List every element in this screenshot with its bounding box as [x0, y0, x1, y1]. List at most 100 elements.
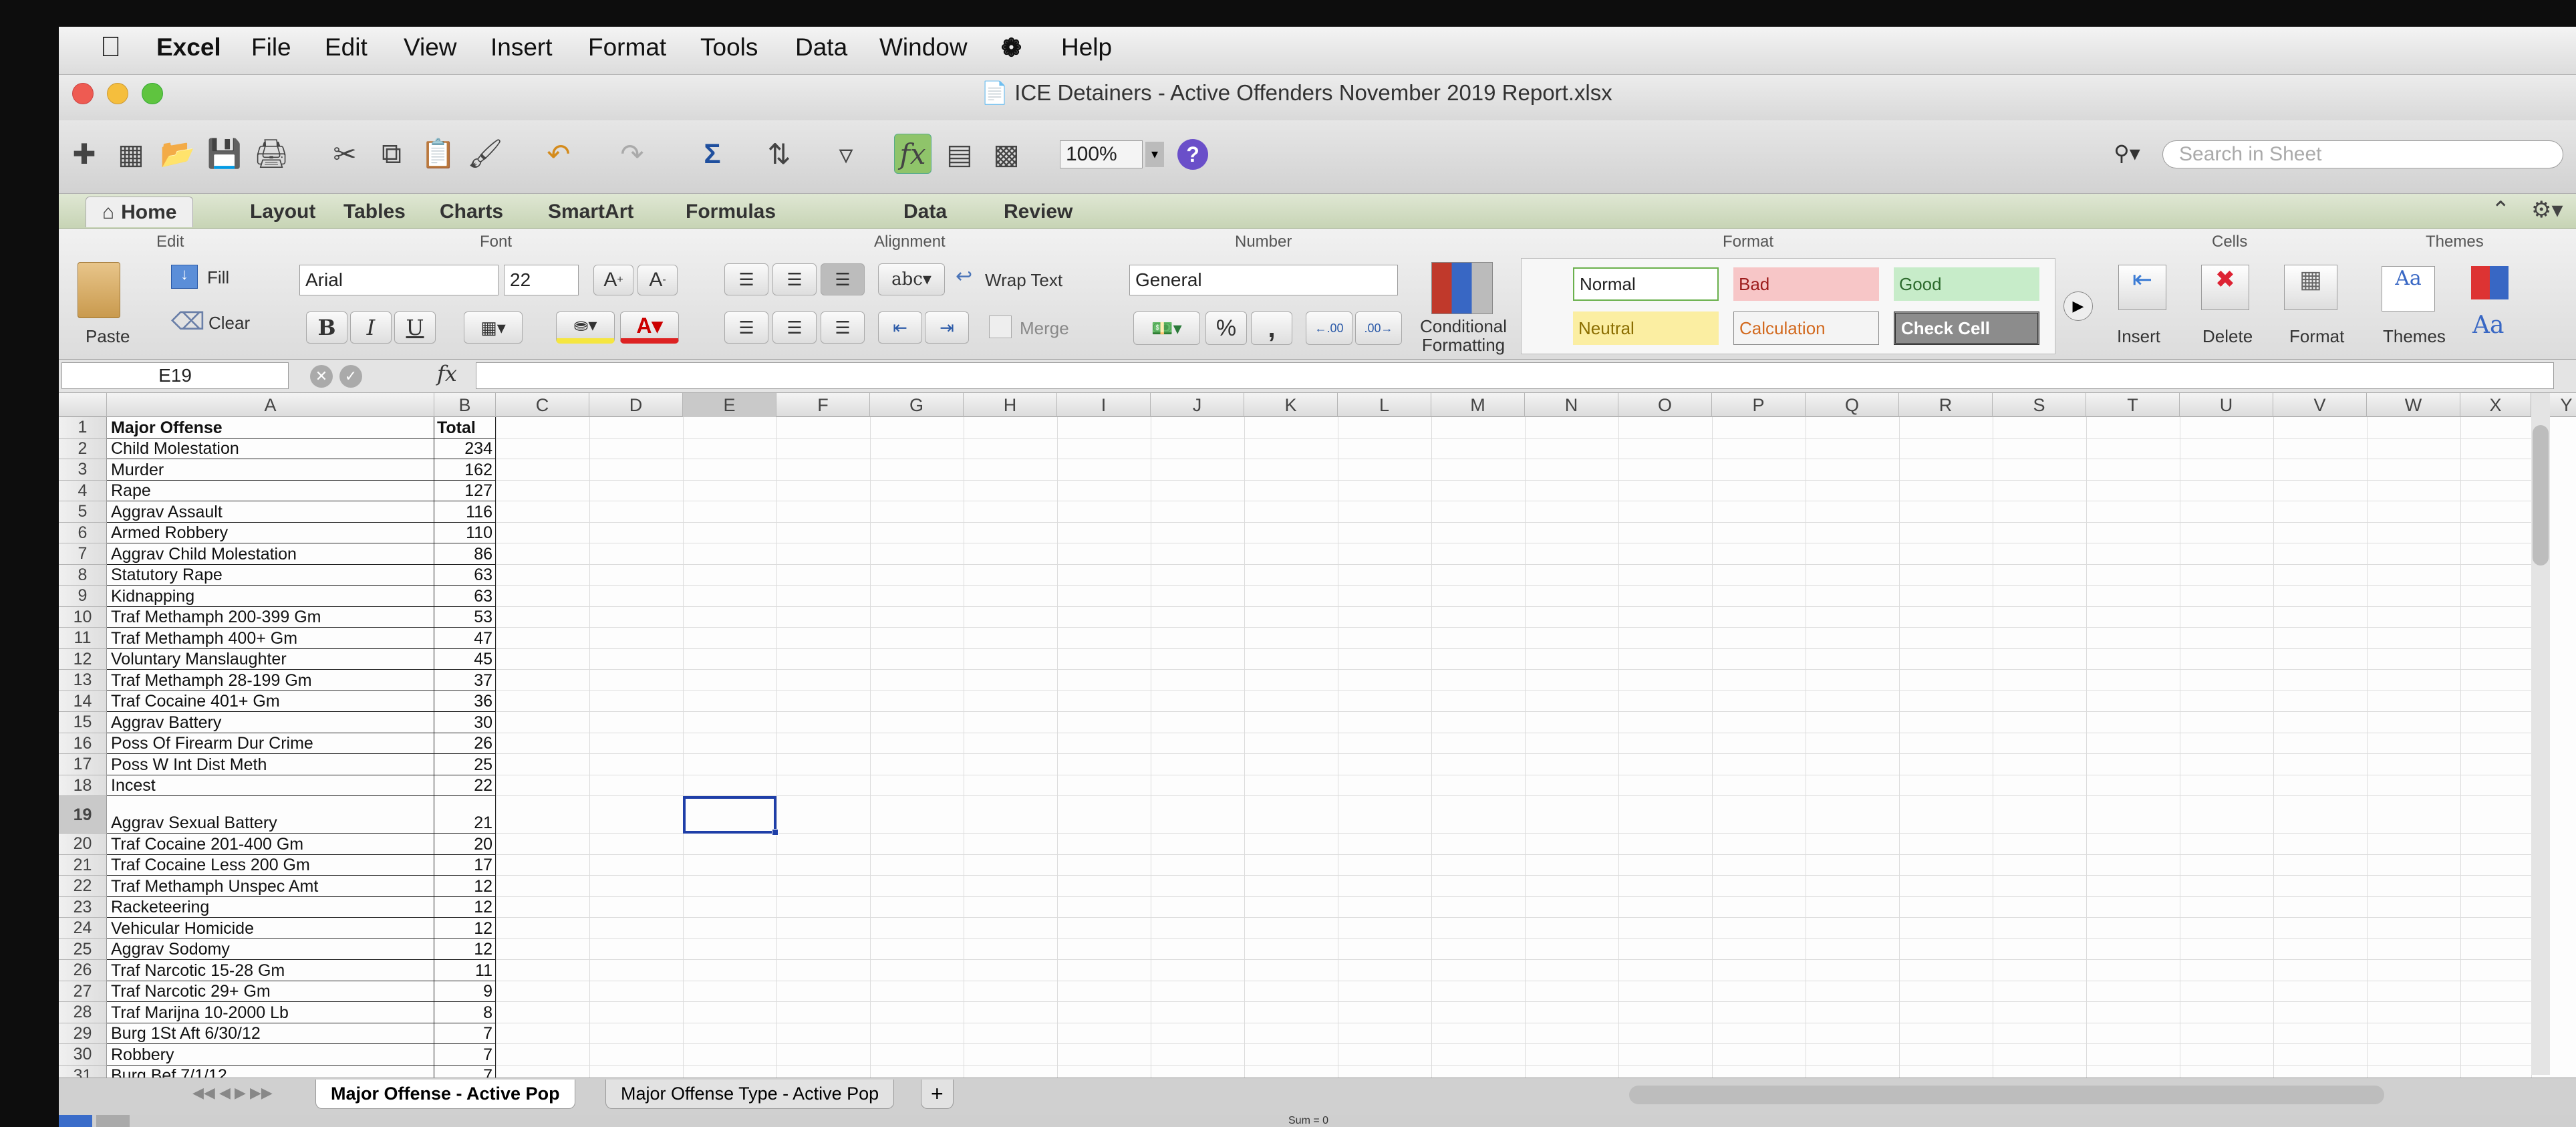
column-header-k[interactable]: K: [1244, 393, 1338, 417]
total-cell[interactable]: 7: [434, 1044, 496, 1066]
offense-cell[interactable]: Traf Marijna 10-2000 Lb: [107, 1002, 434, 1023]
clear-label[interactable]: Clear: [208, 313, 250, 334]
row-header-23[interactable]: 23: [59, 896, 107, 918]
menu-edit[interactable]: Edit: [325, 33, 368, 61]
templates-icon[interactable]: ▦: [112, 134, 150, 174]
sort-icon[interactable]: ⇅: [760, 134, 798, 174]
search-sheet-input[interactable]: Search in Sheet: [2162, 140, 2563, 168]
offense-cell[interactable]: Child Molestation: [107, 438, 434, 459]
row-header-20[interactable]: 20: [59, 834, 107, 855]
total-cell[interactable]: 127: [434, 480, 496, 501]
sheet-tab-major-offense[interactable]: Major Offense - Active Pop: [315, 1080, 575, 1109]
row-header-15[interactable]: 15: [59, 712, 107, 733]
accounting-format-icon[interactable]: 💵▾: [1133, 311, 1200, 345]
row-header-3[interactable]: 3: [59, 459, 107, 481]
zoom-field[interactable]: 100%: [1060, 140, 1143, 168]
fill-handle[interactable]: [772, 829, 778, 836]
percent-style-button[interactable]: %: [1205, 311, 1247, 345]
offense-cell[interactable]: Statutory Rape: [107, 564, 434, 586]
total-cell[interactable]: 25: [434, 754, 496, 775]
delete-cells-icon[interactable]: ✖: [2201, 265, 2249, 310]
header-cell-major-offense[interactable]: Major Offense: [107, 417, 434, 439]
offense-cell[interactable]: Traf Cocaine 201-400 Gm: [107, 834, 434, 855]
offense-cell[interactable]: Kidnapping: [107, 586, 434, 607]
style-normal[interactable]: Normal: [1573, 267, 1719, 301]
menu-view[interactable]: View: [404, 33, 457, 61]
align-middle-icon[interactable]: ☰: [772, 263, 817, 295]
column-header-h[interactable]: H: [964, 393, 1057, 417]
filter-icon[interactable]: ▿: [827, 134, 865, 174]
comma-style-button[interactable]: ,: [1251, 311, 1292, 345]
row-header-10[interactable]: 10: [59, 606, 107, 628]
total-cell[interactable]: 36: [434, 691, 496, 712]
horizontal-scrollbar[interactable]: [1629, 1086, 2384, 1104]
total-cell[interactable]: 17: [434, 854, 496, 876]
row-header-14[interactable]: 14: [59, 691, 107, 712]
header-cell-total[interactable]: Total: [434, 417, 496, 439]
column-header-i[interactable]: I: [1057, 393, 1151, 417]
wrap-text-label[interactable]: Wrap Text: [985, 270, 1062, 291]
help-icon[interactable]: ?: [1177, 139, 1208, 170]
paste-clipboard-icon[interactable]: [78, 262, 120, 318]
column-header-p[interactable]: P: [1712, 393, 1806, 417]
script-menu-icon[interactable]: ❁: [1001, 33, 1022, 62]
total-cell[interactable]: 86: [434, 543, 496, 565]
format-cells-icon[interactable]: ▦: [2284, 265, 2337, 310]
row-header-2[interactable]: 2: [59, 438, 107, 459]
insert-cells-label[interactable]: Insert: [2117, 326, 2160, 347]
offense-cell[interactable]: Voluntary Manslaughter: [107, 648, 434, 670]
column-header-b[interactable]: B: [434, 393, 496, 417]
merge-label[interactable]: Merge: [1020, 318, 1069, 339]
row-header-4[interactable]: 4: [59, 480, 107, 501]
format-cells-label[interactable]: Format: [2289, 326, 2344, 347]
style-good[interactable]: Good: [1894, 267, 2039, 301]
offense-cell[interactable]: Murder: [107, 459, 434, 481]
offense-cell[interactable]: Traf Cocaine 401+ Gm: [107, 691, 434, 712]
search-options-icon[interactable]: ⚲▾: [2106, 140, 2148, 168]
zoom-dropdown-icon[interactable]: ▾: [1145, 142, 1164, 167]
offense-cell[interactable]: Robbery: [107, 1044, 434, 1066]
ribbon-settings-icon[interactable]: ⚙▾: [2531, 197, 2563, 223]
collapse-ribbon-icon[interactable]: ⌃: [2491, 197, 2511, 223]
fill-icon[interactable]: ↓: [171, 265, 198, 289]
column-header-t[interactable]: T: [2086, 393, 2180, 417]
show-hide-icon[interactable]: ▤: [941, 134, 978, 174]
apple-icon[interactable]: : [100, 31, 122, 63]
cancel-formula-icon[interactable]: ✕: [310, 365, 333, 388]
menu-insert[interactable]: Insert: [490, 33, 553, 61]
offense-cell[interactable]: Traf Methamph 200-399 Gm: [107, 606, 434, 628]
page-layout-view-icon[interactable]: [96, 1115, 130, 1127]
total-cell[interactable]: 30: [434, 712, 496, 733]
borders-icon[interactable]: ▦▾: [464, 311, 523, 344]
themes-icon[interactable]: Aa: [2382, 266, 2435, 311]
align-right-icon[interactable]: ☰: [821, 311, 865, 344]
style-neutral[interactable]: Neutral: [1573, 311, 1719, 345]
offense-cell[interactable]: Aggrav Battery: [107, 712, 434, 733]
column-header-n[interactable]: N: [1525, 393, 1618, 417]
fill-color-icon[interactable]: ⛂▾: [556, 311, 615, 344]
row-header-29[interactable]: 29: [59, 1023, 107, 1044]
total-cell[interactable]: 162: [434, 459, 496, 481]
total-cell[interactable]: 63: [434, 564, 496, 586]
zoom-window-button[interactable]: [142, 83, 163, 104]
column-header-e[interactable]: E: [683, 393, 776, 417]
style-check-cell[interactable]: Check Cell: [1894, 311, 2039, 345]
sheet-tab-major-offense-type[interactable]: Major Offense Type - Active Pop: [605, 1080, 895, 1109]
column-header-l[interactable]: L: [1338, 393, 1431, 417]
column-header-x[interactable]: X: [2460, 393, 2531, 417]
normal-view-icon[interactable]: [59, 1115, 92, 1127]
column-header-r[interactable]: R: [1899, 393, 1993, 417]
insert-function-button[interactable]: fx: [437, 361, 457, 386]
total-cell[interactable]: 21: [434, 796, 496, 834]
total-cell[interactable]: 11: [434, 960, 496, 981]
name-box[interactable]: E19: [61, 362, 289, 389]
tab-layout[interactable]: Layout: [234, 197, 331, 227]
undo-icon[interactable]: ↶: [540, 134, 577, 174]
menu-format[interactable]: Format: [588, 33, 666, 61]
offense-cell[interactable]: Rape: [107, 480, 434, 501]
row-header-7[interactable]: 7: [59, 543, 107, 565]
column-header-u[interactable]: U: [2180, 393, 2273, 417]
offense-cell[interactable]: Aggrav Assault: [107, 501, 434, 523]
offense-cell[interactable]: Poss W Int Dist Meth: [107, 754, 434, 775]
menu-help[interactable]: Help: [1061, 33, 1112, 61]
